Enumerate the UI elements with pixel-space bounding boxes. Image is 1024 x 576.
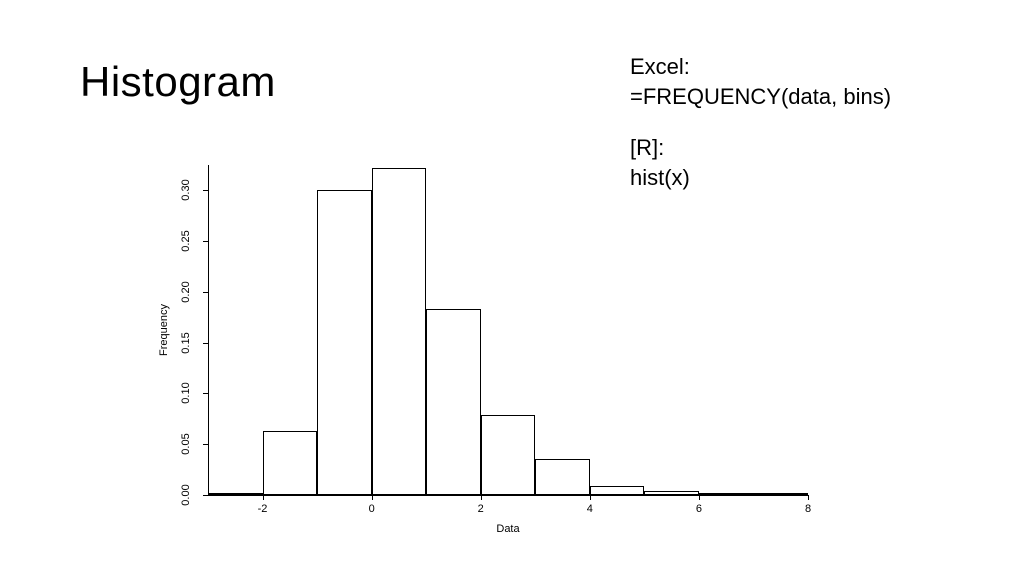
y-tick: [203, 190, 208, 191]
histogram-bar: [263, 431, 318, 495]
histogram-bar: [208, 493, 263, 495]
y-tick: [203, 495, 208, 496]
y-tick: [203, 292, 208, 293]
y-tick: [203, 444, 208, 445]
y-tick-label: 0.00: [180, 484, 192, 505]
histogram-bar: [426, 309, 481, 495]
bars-container: [208, 165, 808, 495]
x-tick-label: 2: [478, 503, 484, 515]
x-tick-label: 0: [369, 503, 375, 515]
histogram-bar: [753, 493, 808, 495]
y-tick-label: 0.25: [180, 230, 192, 251]
y-tick-label: 0.05: [180, 434, 192, 455]
x-tick: [263, 495, 264, 500]
x-tick: [372, 495, 373, 500]
y-tick-label: 0.15: [180, 332, 192, 353]
histogram-bar: [535, 459, 590, 495]
x-tick-label: 6: [696, 503, 702, 515]
y-tick: [203, 393, 208, 394]
x-tick-label: 8: [805, 503, 811, 515]
y-tick: [203, 343, 208, 344]
histogram-bar: [699, 493, 754, 495]
x-tick: [808, 495, 809, 500]
x-tick-label: 4: [587, 503, 593, 515]
histogram-bar: [317, 190, 372, 495]
x-tick: [590, 495, 591, 500]
slide: Histogram Excel: =FREQUENCY(data, bins) …: [0, 0, 1024, 576]
y-tick: [203, 241, 208, 242]
excel-annotation: Excel: =FREQUENCY(data, bins): [630, 52, 891, 111]
page-title: Histogram: [80, 58, 276, 106]
x-axis: [208, 495, 808, 496]
y-tick-label: 0.20: [180, 281, 192, 302]
x-tick: [699, 495, 700, 500]
x-tick-label: -2: [258, 503, 268, 515]
y-axis-label: Frequency: [158, 304, 170, 356]
excel-formula: =FREQUENCY(data, bins): [630, 82, 891, 112]
plot-region: Data Frequency -2024680.000.050.100.150.…: [208, 165, 808, 495]
excel-label: Excel:: [630, 52, 891, 82]
histogram-bar: [644, 491, 699, 495]
histogram-bar: [372, 168, 427, 495]
y-tick-label: 0.30: [180, 180, 192, 201]
x-tick: [481, 495, 482, 500]
histogram-chart: Data Frequency -2 0 2 4 6 8 0.00 0.05 0.10 0.15 0.…: [150, 155, 840, 535]
x-axis-label: Data: [496, 523, 519, 535]
histogram-bar: [590, 486, 645, 495]
y-tick-label: 0.10: [180, 383, 192, 404]
histogram-bar: [481, 415, 536, 495]
